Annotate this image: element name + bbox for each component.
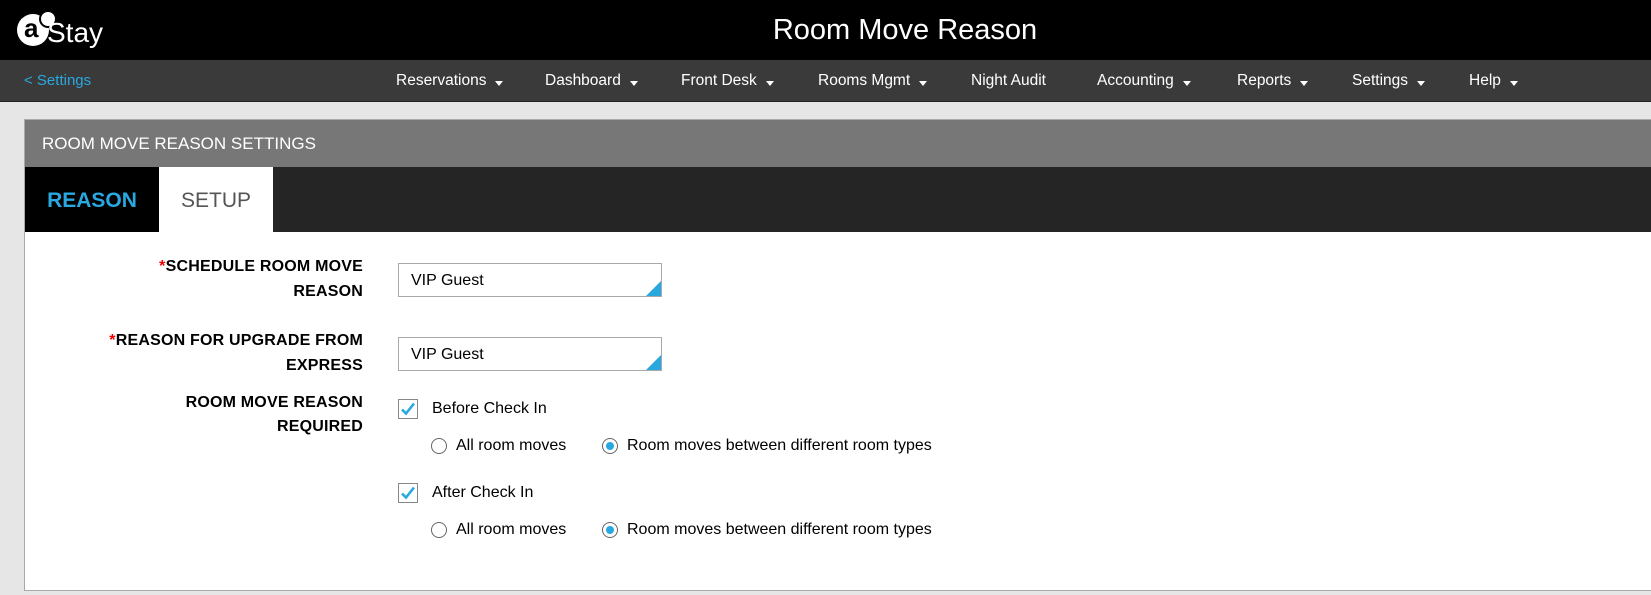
nav-item-night-audit[interactable]: Night Audit xyxy=(971,60,1046,101)
caret-down-icon xyxy=(1300,81,1309,86)
after-all-room-moves-radio[interactable] xyxy=(431,522,447,538)
back-to-settings-link[interactable]: < Settings xyxy=(24,60,91,101)
after-check-in-label: After Check In xyxy=(432,484,534,501)
reason-for-upgrade-label: *REASON FOR UPGRADE FROM EXPRESS xyxy=(109,332,363,374)
top-bar: a Stay Room Move Reason xyxy=(0,0,1651,60)
before-different-room-types-label: Room moves between different room types xyxy=(627,437,932,454)
before-check-in-checkbox[interactable] xyxy=(398,399,418,419)
tab-reason[interactable]: REASON xyxy=(25,167,159,232)
caret-down-icon xyxy=(1417,81,1426,86)
dropdown-corner-icon xyxy=(646,355,661,370)
nav-item-settings[interactable]: Settings xyxy=(1352,60,1426,101)
selected-value: VIP Guest xyxy=(411,272,484,289)
before-check-in-label: Before Check In xyxy=(432,400,547,417)
nav-item-accounting[interactable]: Accounting xyxy=(1097,60,1191,101)
panel-header: ROOM MOVE REASON SETTINGS xyxy=(25,120,1651,167)
caret-down-icon xyxy=(1182,81,1191,86)
page-title: Room Move Reason xyxy=(772,14,1038,46)
check-icon xyxy=(401,402,416,416)
selected-value: VIP Guest xyxy=(411,346,484,363)
after-different-room-types-radio[interactable] xyxy=(602,522,618,538)
nav-item-rooms-mgmt[interactable]: Rooms Mgmt xyxy=(818,60,928,101)
main-nav: < Settings Reservations Dashboard Front … xyxy=(0,60,1651,102)
nav-item-dashboard[interactable]: Dashboard xyxy=(545,60,638,101)
before-different-room-types-radio[interactable] xyxy=(602,438,618,454)
nav-item-reports[interactable]: Reports xyxy=(1237,60,1309,101)
dropdown-corner-icon xyxy=(646,281,661,296)
caret-down-icon xyxy=(495,81,504,86)
radio-selected-dot xyxy=(605,441,614,450)
tab-bar: REASON SETUP xyxy=(25,167,1651,232)
nav-item-help[interactable]: Help xyxy=(1469,60,1518,101)
after-different-room-types-label: Room moves between different room types xyxy=(627,521,932,538)
caret-down-icon xyxy=(1509,81,1518,86)
after-check-in-checkbox[interactable] xyxy=(398,483,418,503)
caret-down-icon xyxy=(629,81,638,86)
reason-for-upgrade-select[interactable]: VIP Guest xyxy=(398,337,662,371)
tab-setup[interactable]: SETUP xyxy=(159,167,273,232)
schedule-room-move-reason-select[interactable]: VIP Guest xyxy=(398,263,662,297)
caret-down-icon xyxy=(919,81,928,86)
room-move-reason-required-label: ROOM MOVE REASON REQUIRED xyxy=(185,394,363,435)
radio-selected-dot xyxy=(605,525,614,534)
before-all-room-moves-radio[interactable] xyxy=(431,438,447,454)
after-all-room-moves-label: All room moves xyxy=(456,521,567,538)
before-all-room-moves-label: All room moves xyxy=(456,437,567,454)
nav-item-front-desk[interactable]: Front Desk xyxy=(681,60,774,101)
check-icon xyxy=(401,486,416,500)
nav-item-reservations[interactable]: Reservations xyxy=(396,60,504,101)
caret-down-icon xyxy=(765,81,774,86)
schedule-room-move-reason-label: *SCHEDULE ROOM MOVE REASON xyxy=(159,258,363,300)
panel-title: ROOM MOVE REASON SETTINGS xyxy=(42,134,316,153)
